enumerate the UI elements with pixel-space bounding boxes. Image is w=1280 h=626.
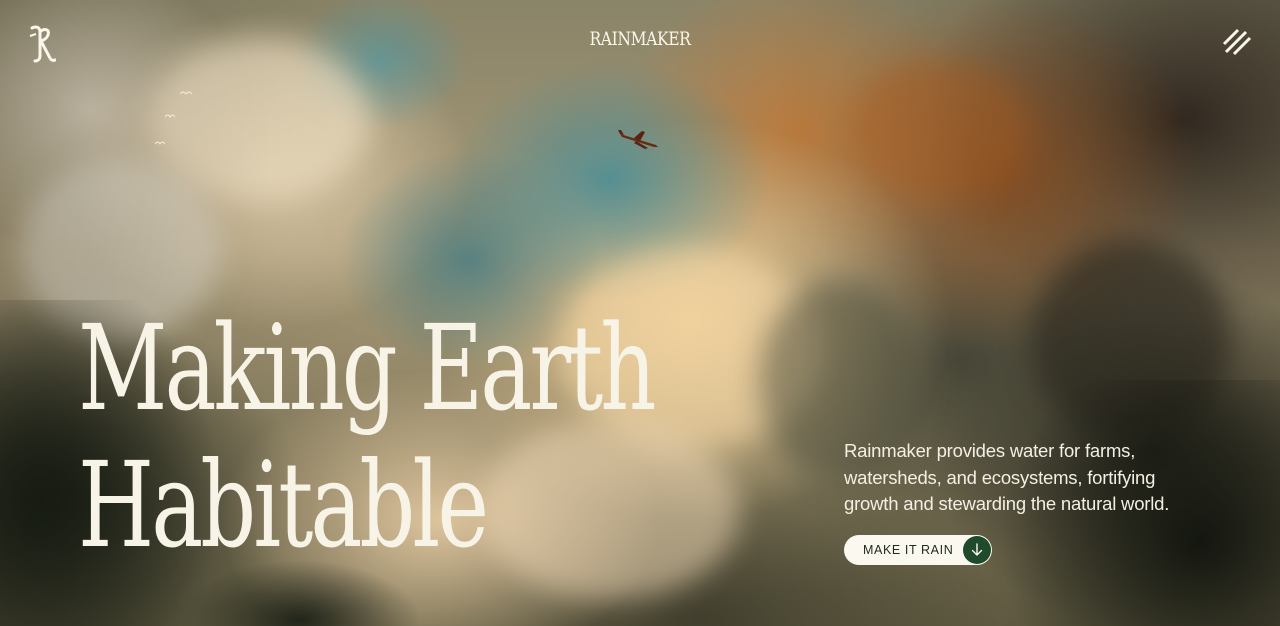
brand-name[interactable]: RAINMAKER	[115, 28, 1165, 50]
hero-headline: Making Earth Habitable	[78, 299, 657, 574]
bird-illustration	[180, 91, 192, 95]
cta-label: MAKE IT RAIN	[863, 543, 954, 557]
bird-illustration	[165, 114, 175, 118]
hero-description: Rainmaker provides water for farms, wate…	[844, 440, 1170, 514]
make-it-rain-button[interactable]: MAKE IT RAIN	[844, 535, 993, 565]
headline-line-1: Making Earth	[78, 299, 657, 437]
rk-monogram-logo[interactable]	[26, 24, 56, 64]
airplane-illustration	[618, 130, 658, 149]
arrow-down-icon	[963, 536, 992, 564]
bird-illustration	[155, 141, 165, 145]
hero-section: RAINMAKER Making Earth Habitable Rainmak…	[0, 0, 1280, 626]
menu-icon[interactable]	[1222, 28, 1252, 58]
headline-line-2: Habitable	[78, 436, 489, 574]
